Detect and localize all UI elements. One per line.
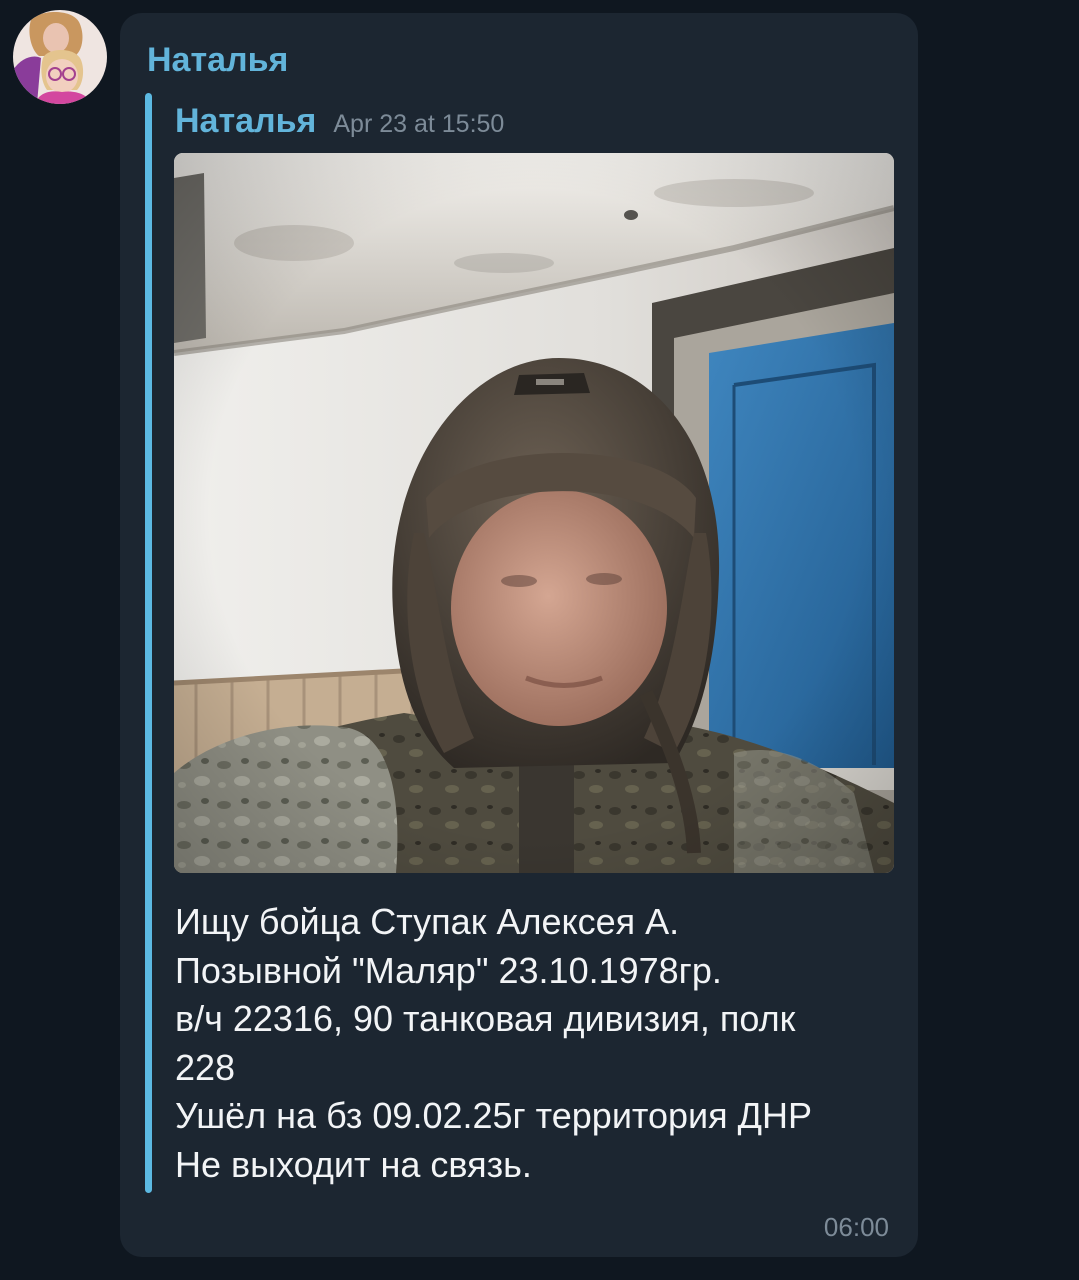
- message-text: Ищу бойца Ступак Алексея А. Позывной "Ма…: [175, 898, 812, 1190]
- sender-name[interactable]: Наталья: [147, 40, 288, 80]
- photo-image: [174, 153, 894, 873]
- message-line: Не выходит на связь.: [175, 1143, 532, 1185]
- forwarded-from-name[interactable]: Наталья: [175, 101, 316, 141]
- forward-quote-bar: [145, 93, 152, 1193]
- message-line: в/ч 22316, 90 танковая дивизия, полк: [175, 998, 796, 1040]
- message-line: Позывной "Маляр" 23.10.1978гр.: [175, 949, 722, 991]
- message-bubble[interactable]: Наталья Наталья Apr 23 at 15:50 Ищу бойц…: [120, 13, 918, 1257]
- message-line: Ушёл на бз 09.02.25г территория ДНР: [175, 1095, 813, 1137]
- photo-vignette: [174, 153, 894, 873]
- forward-header: Наталья Apr 23 at 15:50: [175, 101, 504, 141]
- forwarded-date: Apr 23 at 15:50: [333, 110, 505, 138]
- message-line: 228: [175, 1046, 236, 1088]
- message-photo[interactable]: [174, 153, 894, 873]
- message-line: Ищу бойца Ступак Алексея А.: [175, 901, 680, 942]
- message-time: 06:00: [823, 1212, 889, 1242]
- sender-avatar[interactable]: [13, 10, 107, 104]
- avatar-photo: [13, 10, 107, 104]
